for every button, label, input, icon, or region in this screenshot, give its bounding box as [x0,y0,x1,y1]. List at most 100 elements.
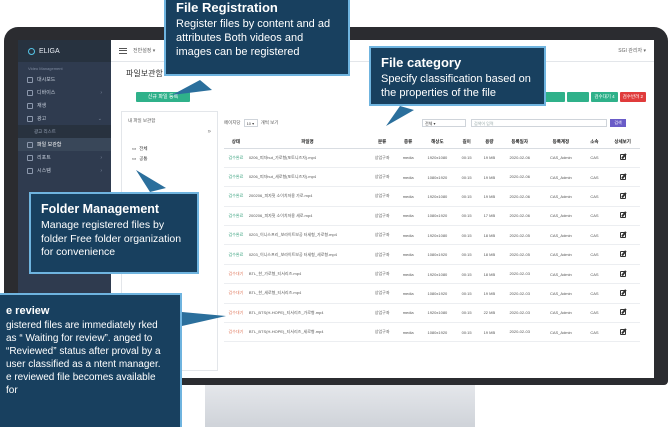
sidebar-item-label: 광고 리스트 [34,128,56,134]
status-pill[interactable] [543,92,566,102]
cell-res: 1920x1080 [418,148,456,168]
edit-icon[interactable] [619,309,626,316]
logo[interactable]: ELIGA [18,40,111,62]
table-row[interactable]: 검수대기 BTL_한_세로형_티서리즈.mp4 상업구좌 media 1080x1920… [224,283,640,304]
folder-label: 전체 [139,146,148,151]
column-header[interactable]: 파일명 [247,137,367,149]
cell-acct: CAS_Admin [538,148,584,168]
cell-size: 19 MB [477,283,502,304]
status-pill-waiting[interactable]: 검수대기 4 [591,92,618,102]
register-file-button[interactable]: 신규 파일 등록 [136,92,190,102]
column-header[interactable]: 상세보기 [605,137,640,149]
cell-file[interactable]: BTL_한_세로형_티서리즈.mp4 [247,283,367,304]
cell-cat: 상업구좌 [366,167,398,188]
cell-file[interactable]: 0206_피자hut_세로형(포토니즈자).mp4 [247,167,367,188]
cell-acct: CAS_Admin [538,186,584,207]
folder-item-common[interactable]: ▭ 공통 [122,154,217,164]
folder-item-all[interactable]: ▭ 전체 [122,144,217,154]
cell-cat: 상업구좌 [366,225,398,246]
sidebar-item-label: 광고 [37,116,47,122]
column-header[interactable]: 상태 [224,137,248,149]
sidebar-item-ad[interactable]: 광고 ⌄ [18,112,111,125]
callout-title: File Registration [176,0,278,15]
menu-icon[interactable] [119,47,127,54]
search-input[interactable]: 검색어 입력 [471,119,607,127]
table-row[interactable]: 검수완료 200206_피자헛 소이치저용 세로.mp4 상업구좌 media 1080… [224,206,640,227]
cell-detail [605,167,640,188]
user-menu[interactable]: SGI 관리자 ▾ [618,47,646,54]
collapse-icon[interactable]: » [208,129,211,135]
table-row[interactable]: 검수완료 0203_이니스프리_보라이트보공 터세형_가로형.mp4 상업구좌 med… [224,225,640,246]
edit-icon[interactable] [619,328,626,335]
cell-file[interactable]: 0203_이니스프리_보라이트보공 터세형_세로형.mp4 [247,244,367,265]
cell-file[interactable]: 0203_이니스프리_보라이트보공 터세형_가로형.mp4 [247,225,367,246]
cell-type: media [397,225,419,246]
edit-icon[interactable] [619,231,626,238]
file-table: 상태 파일명 분류 종류 해상도 길이 용량 등록일자 등록계정 소속 상세보기… [224,137,640,343]
column-header[interactable]: 종류 [397,137,419,149]
table-row[interactable]: 검수완료 0206_피자hut_가로형(포토니즈자).mp4 상업구좌 media 19… [224,148,640,168]
cell-file[interactable]: BTL_한_가로형_티서리즈.mp4 [247,264,367,285]
table-row[interactable]: 검수대기 BTL_한_가로형_티서리즈.mp4 상업구좌 media 1920x1080… [224,264,640,285]
sidebar-item-dashboard[interactable]: 대시보드 [18,73,111,86]
edit-icon[interactable] [619,192,626,199]
cell-file[interactable]: 200206_피자헛 소이치저용 가로.mp4 [247,186,367,207]
sidebar-item-ad-list[interactable]: 광고 리스트 [18,125,111,138]
cell-type: media [397,167,419,188]
cell-detail [605,303,640,324]
breadcrumb[interactable]: 전반설정 ▾ [133,47,155,54]
column-header[interactable]: 해상도 [418,137,456,149]
column-header[interactable]: 등록일자 [501,137,539,149]
sidebar-item-label: 시스템 [37,168,51,174]
table-row[interactable]: 검수완료 200206_피자헛 소이치저용 가로.mp4 상업구좌 media 1920… [224,186,640,207]
sidebar-item-file-storage[interactable]: 파일 보관함 [18,138,111,151]
cell-file[interactable]: 0206_피자hut_가로형(포토니즈자).mp4 [247,148,367,168]
cell-org: CAS [583,264,606,285]
cell-size: 19 MB [477,322,502,343]
column-header[interactable]: 등록계정 [538,137,584,149]
callout-title: Folder Management [41,202,160,216]
table-row[interactable]: 검수대기 BTL_BTS(H-HOPE)_티서리즈_가로형.mp4 상업구좌 medi… [224,303,640,324]
sidebar-item-system[interactable]: 시스템 › [18,164,111,177]
logo-icon [28,47,35,55]
table-row[interactable]: 검수완료 0203_이니스프리_보라이트보공 터세형_세로형.mp4 상업구좌 med… [224,244,640,265]
per-page-select[interactable]: 10 ▾ [243,119,258,127]
table-row[interactable]: 검수대기 BTL_BTS(H-HOPE)_티서리즈_세로형.mp4 상업구좌 medi… [224,322,640,343]
sidebar-item-report[interactable]: 리포트 › [18,151,111,164]
sidebar-item-play[interactable]: 재생 [18,99,111,112]
column-header[interactable]: 길이 [455,137,478,149]
cell-status: 검수완료 [224,167,248,188]
callout-body: Register files by content and ad attribu… [176,18,331,58]
edit-icon[interactable] [619,270,626,277]
edit-icon[interactable] [619,212,626,219]
status-pill[interactable] [567,92,590,102]
cell-file[interactable]: 200206_피자헛 소이치저용 세로.mp4 [247,206,367,227]
column-header[interactable]: 용량 [477,137,502,149]
search-button[interactable]: 검색 [610,119,626,127]
edit-icon[interactable] [619,154,626,161]
cell-type: media [397,264,419,285]
cell-size: 19 MB [477,148,502,168]
cell-file[interactable]: BTL_BTS(H-HOPE)_티서리즈_세로형.mp4 [247,322,367,343]
stage: ELIGA Video Management 대시보드 디바이스 › 재생 광고 ⌄… [0,0,669,427]
edit-icon[interactable] [619,251,626,258]
column-header[interactable]: 소속 [583,137,606,149]
status-pill-rejected[interactable]: 검수반려 2 [619,92,646,102]
callout-title: File category [381,55,462,70]
logo-text: ELIGA [39,47,60,55]
cell-detail [605,186,640,207]
table-row[interactable]: 검수완료 0206_피자hut_세로형(포토니즈자).mp4 상업구좌 media 10… [224,167,640,188]
column-header[interactable]: 분류 [366,137,398,149]
cell-size: 22 MB [477,303,502,324]
cell-res: 1920x1080 [418,186,456,207]
monitor-stand [205,382,475,427]
cell-detail [605,244,640,265]
cell-type: media [397,322,419,343]
edit-icon[interactable] [619,173,626,180]
cell-file[interactable]: BTL_BTS(H-HOPE)_티서리즈_가로형.mp4 [247,303,367,324]
cell-acct: CAS_Admin [538,283,584,304]
cell-status: 검수완료 [224,186,248,207]
sidebar-item-device[interactable]: 디바이스 › [18,86,111,99]
category-select[interactable]: 전체 ▾ [422,119,466,127]
edit-icon[interactable] [619,289,626,296]
